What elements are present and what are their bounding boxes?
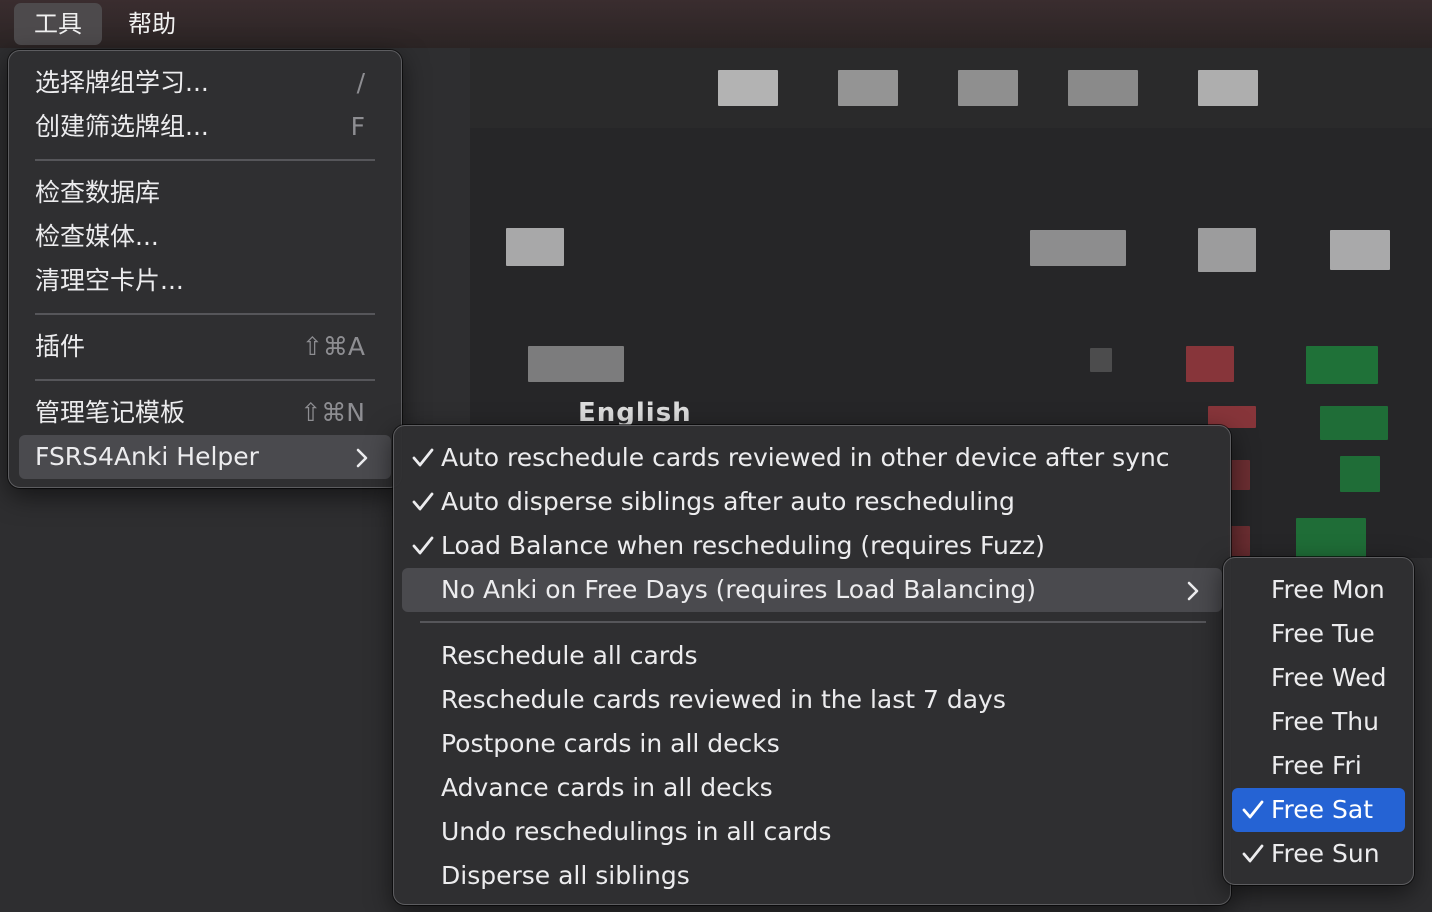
chevron-right-icon — [353, 435, 373, 479]
obscured-column-header — [1030, 230, 1126, 266]
checkmark-icon — [412, 524, 436, 568]
free-days-submenu: Free Mon Free Tue Free Wed Free Thu Free… — [1223, 557, 1414, 885]
menubar-help[interactable]: 帮助 — [108, 3, 196, 45]
obscured-count-due — [1320, 406, 1388, 440]
menu-item-label: 插件 — [35, 332, 86, 361]
obscured-deck-row — [528, 346, 624, 382]
menu-item-empty-cards[interactable]: 清理空卡片... — [19, 259, 391, 303]
menu-item-label: Advance cards in all decks — [441, 773, 773, 802]
menu-item-label: 检查媒体... — [35, 222, 159, 251]
tools-menu: 选择牌组学习... / 创建筛选牌组... F 检查数据库 检查媒体... 清理… — [8, 50, 402, 488]
menu-item-manage-note-types[interactable]: 管理笔记模板 ⇧⌘N — [19, 391, 391, 435]
menu-item-label: Free Sat — [1271, 795, 1373, 824]
menu-item-shortcut: ⇧⌘A — [301, 332, 365, 361]
menu-item-free-sun[interactable]: Free Sun — [1232, 832, 1405, 876]
menu-item-free-sat[interactable]: Free Sat — [1232, 788, 1405, 832]
menu-item-free-thu[interactable]: Free Thu — [1232, 700, 1405, 744]
menu-item-disperse-siblings[interactable]: Disperse all siblings — [402, 854, 1222, 898]
menubar: 工具 帮助 — [0, 0, 1432, 48]
menu-item-label: Free Mon — [1271, 575, 1385, 604]
partial-deck-name: English — [578, 398, 692, 428]
menu-item-label: Free Thu — [1271, 707, 1379, 736]
menu-item-shortcut: F — [350, 112, 365, 141]
menu-item-label: 选择牌组学习... — [35, 68, 209, 97]
menu-item-label: Free Tue — [1271, 619, 1375, 648]
menu-item-auto-reschedule-sync[interactable]: Auto reschedule cards reviewed in other … — [402, 436, 1222, 480]
obscured-nav-tab — [1068, 70, 1138, 106]
menu-item-label: No Anki on Free Days (requires Load Bala… — [441, 575, 1036, 604]
menu-item-no-anki-free-days[interactable]: No Anki on Free Days (requires Load Bala… — [402, 568, 1222, 612]
menu-item-label: Disperse all siblings — [441, 861, 690, 890]
obscured-nav-tab — [1198, 70, 1258, 106]
menu-item-label: Load Balance when rescheduling (requires… — [441, 531, 1045, 560]
menu-item-shortcut: / — [356, 68, 365, 97]
menu-item-label: 清理空卡片... — [35, 266, 184, 295]
menu-separator — [35, 159, 375, 161]
menu-separator — [420, 621, 1206, 623]
obscured-count-due — [1296, 518, 1366, 558]
checkmark-icon — [412, 480, 436, 524]
obscured-count-learn — [1228, 460, 1250, 490]
obscured-nav-tab — [718, 70, 778, 106]
menu-item-label: Auto reschedule cards reviewed in other … — [441, 443, 1170, 472]
menu-item-advance-cards[interactable]: Advance cards in all decks — [402, 766, 1222, 810]
fsrs-submenu: Auto reschedule cards reviewed in other … — [393, 425, 1231, 905]
menu-item-label: Reschedule all cards — [441, 641, 698, 670]
obscured-column-header — [506, 228, 564, 266]
menu-separator — [35, 379, 375, 381]
obscured-nav-tab — [838, 70, 898, 106]
checkmark-icon — [412, 436, 436, 480]
menu-item-free-mon[interactable]: Free Mon — [1232, 568, 1405, 612]
menu-item-label: Free Wed — [1271, 663, 1387, 692]
menu-item-free-fri[interactable]: Free Fri — [1232, 744, 1405, 788]
obscured-count-learn — [1228, 526, 1250, 556]
menu-item-label: Reschedule cards reviewed in the last 7 … — [441, 685, 1006, 714]
menu-separator — [35, 313, 375, 315]
menu-item-label: 创建筛选牌组... — [35, 112, 209, 141]
menu-item-undo-reschedulings[interactable]: Undo reschedulings in all cards — [402, 810, 1222, 854]
menu-item-free-tue[interactable]: Free Tue — [1232, 612, 1405, 656]
obscured-count-due — [1306, 346, 1378, 384]
screen: English 工具 帮助 选择牌组学习... / 创建筛选牌组... F 检查… — [0, 0, 1432, 912]
checkmark-icon — [1242, 788, 1266, 832]
obscured-count-new — [1090, 348, 1112, 372]
menu-item-check-media[interactable]: 检查媒体... — [19, 215, 391, 259]
menu-item-auto-disperse-siblings[interactable]: Auto disperse siblings after auto resche… — [402, 480, 1222, 524]
obscured-nav-tab — [958, 70, 1018, 106]
menubar-tools[interactable]: 工具 — [14, 3, 102, 45]
app-toolbar-area — [470, 48, 1432, 128]
menu-item-label: 管理笔记模板 — [35, 398, 186, 427]
menu-item-fsrs4anki-helper[interactable]: FSRS4Anki Helper — [19, 435, 391, 479]
menu-item-select-deck[interactable]: 选择牌组学习... / — [19, 61, 391, 105]
menu-item-free-wed[interactable]: Free Wed — [1232, 656, 1405, 700]
menu-item-label: 检查数据库 — [35, 178, 161, 207]
menu-item-label: Auto disperse siblings after auto resche… — [441, 487, 1015, 516]
obscured-count-learn — [1186, 346, 1234, 382]
menu-item-label: Free Fri — [1271, 751, 1362, 780]
obscured-count-due — [1340, 456, 1380, 492]
menu-item-label: Undo reschedulings in all cards — [441, 817, 832, 846]
menu-item-label: Postpone cards in all decks — [441, 729, 780, 758]
menu-item-shortcut: ⇧⌘N — [300, 398, 365, 427]
checkmark-icon — [1242, 832, 1266, 876]
menu-item-label: Free Sun — [1271, 839, 1380, 868]
menu-item-postpone-cards[interactable]: Postpone cards in all decks — [402, 722, 1222, 766]
menu-item-addons[interactable]: 插件 ⇧⌘A — [19, 325, 391, 369]
menu-item-reschedule-all[interactable]: Reschedule all cards — [402, 634, 1222, 678]
menu-item-load-balance[interactable]: Load Balance when rescheduling (requires… — [402, 524, 1222, 568]
menu-item-check-database[interactable]: 检查数据库 — [19, 171, 391, 215]
obscured-column-header — [1198, 228, 1256, 272]
menu-item-create-filtered-deck[interactable]: 创建筛选牌组... F — [19, 105, 391, 149]
obscured-column-header — [1330, 230, 1390, 270]
chevron-right-icon — [1184, 568, 1204, 612]
menu-item-label: FSRS4Anki Helper — [35, 442, 259, 471]
menu-item-reschedule-last-7-days[interactable]: Reschedule cards reviewed in the last 7 … — [402, 678, 1222, 722]
